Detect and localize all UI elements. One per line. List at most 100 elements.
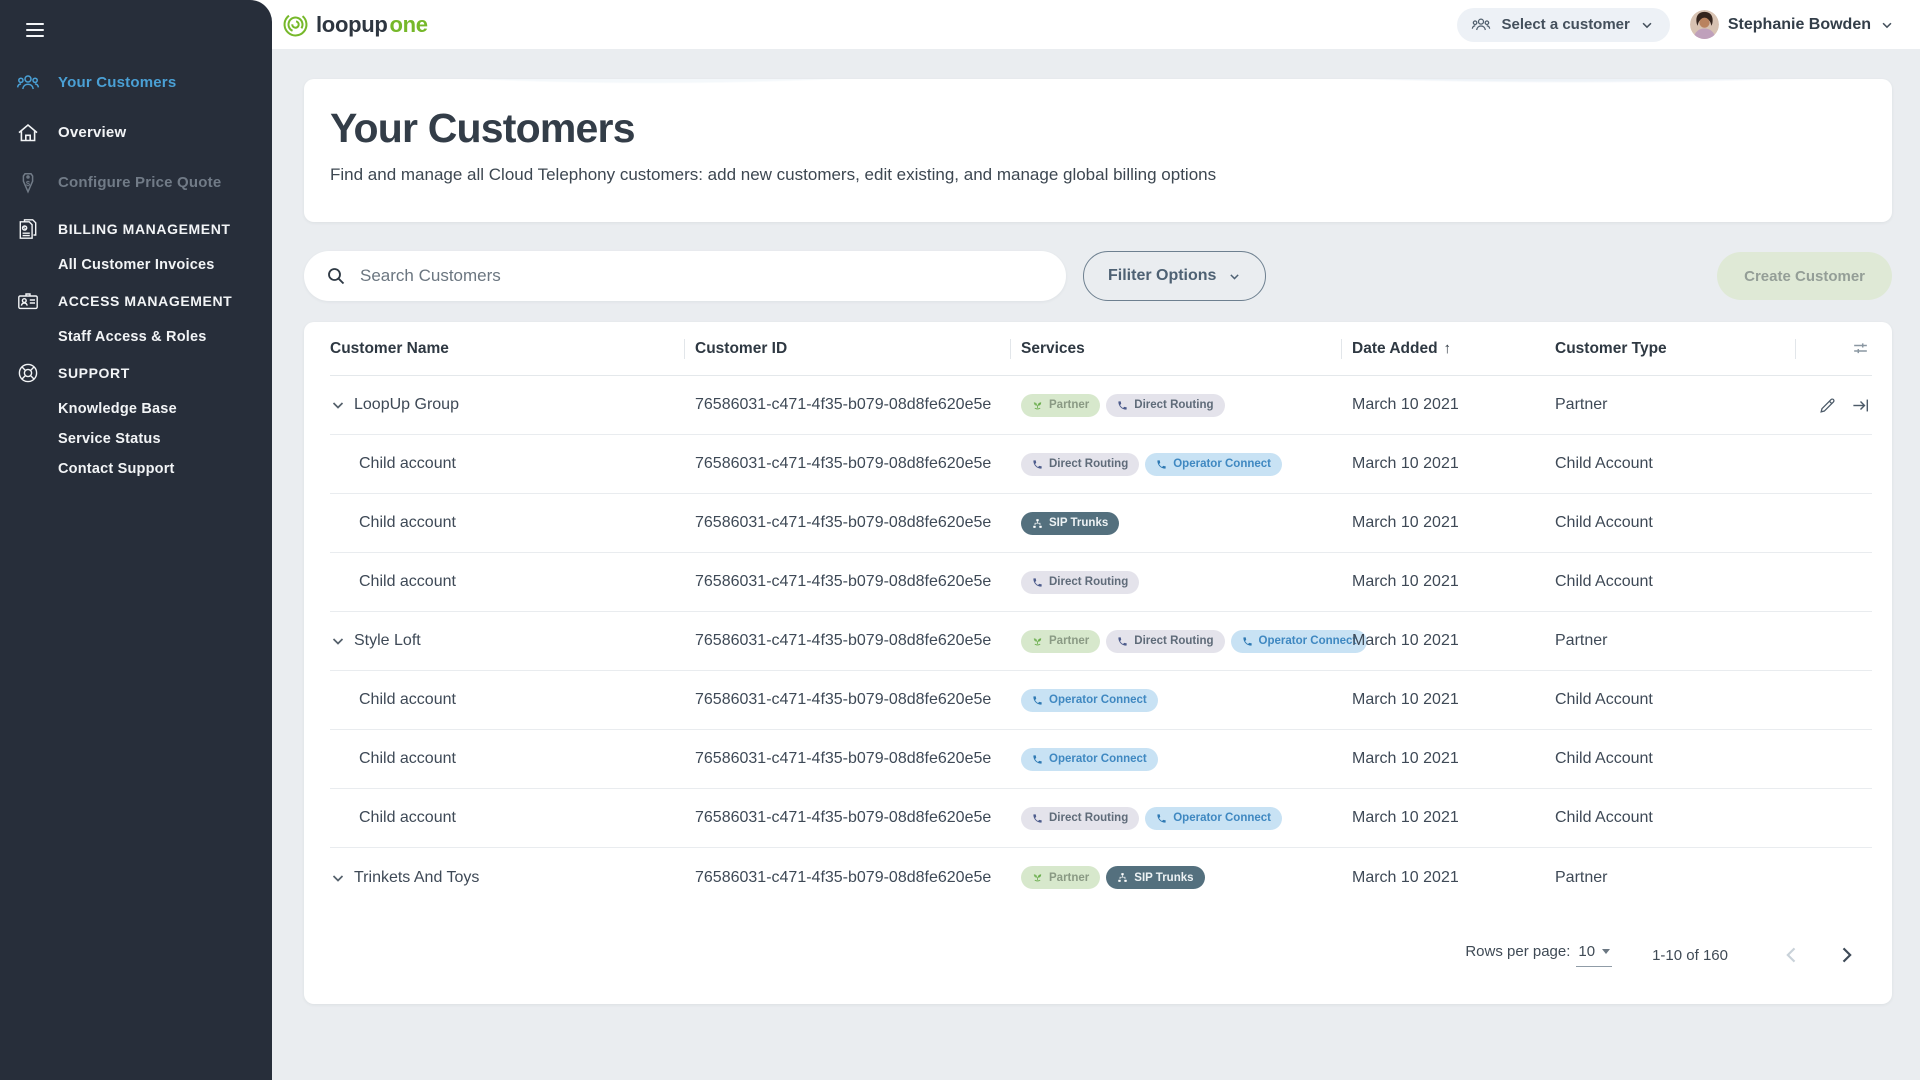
sidebar-item-staff-access-roles[interactable]: Staff Access & Roles xyxy=(0,322,272,352)
edit-pencil-icon[interactable] xyxy=(1816,394,1839,417)
table-row[interactable]: LoopUp Group76586031-c471-4f35-b079-08d8… xyxy=(330,376,1872,435)
column-header-customer-id[interactable]: Customer ID xyxy=(695,322,1021,375)
sidebar-item-label: SUPPORT xyxy=(58,365,130,381)
sidebar-item-overview[interactable]: Overview xyxy=(0,108,272,158)
customer-name: Child account xyxy=(359,455,456,473)
sidebar-item-support[interactable]: SUPPORT xyxy=(0,352,272,394)
service-badge-operator-connect: Operator Connect xyxy=(1021,748,1158,771)
sidebar-item-label: Staff Access & Roles xyxy=(58,329,207,345)
sidebar-item-billing-management[interactable]: $BILLING MANAGEMENT xyxy=(0,208,272,250)
life-ring-icon xyxy=(14,359,42,387)
table-row[interactable]: Style Loft76586031-c471-4f35-b079-08d8fe… xyxy=(330,612,1872,671)
chevron-down-icon xyxy=(1640,18,1654,32)
sidebar-nav: Your CustomersOverview$Configure Price Q… xyxy=(0,58,272,484)
date-added-cell: March 10 2021 xyxy=(1352,869,1555,887)
service-badge-operator-connect: Operator Connect xyxy=(1145,453,1282,476)
sort-ascending-icon: ↑ xyxy=(1444,340,1452,357)
expand-row-chevron-icon[interactable] xyxy=(330,870,346,886)
sidebar-item-label: BILLING MANAGEMENT xyxy=(58,221,231,237)
phone-icon xyxy=(1032,695,1043,706)
column-settings-icon[interactable] xyxy=(1849,337,1872,360)
sidebar-item-all-customer-invoices[interactable]: All Customer Invoices xyxy=(0,250,272,280)
chevron-down-icon xyxy=(1880,18,1894,32)
services-cell: Direct Routing xyxy=(1021,571,1352,594)
service-badge-label: SIP Trunks xyxy=(1049,517,1108,529)
date-added-cell: March 10 2021 xyxy=(1352,809,1555,827)
service-badge-label: Partner xyxy=(1049,399,1089,411)
rows-per-page-select[interactable]: 10 xyxy=(1576,943,1612,967)
customer-type-cell: Child Account xyxy=(1555,750,1806,768)
service-badge-partner: Partner xyxy=(1021,394,1100,417)
loopup-logo: loopupone xyxy=(282,0,428,49)
column-header-customer-type[interactable]: Customer Type xyxy=(1555,322,1806,375)
loopup-logo-text: loopupone xyxy=(316,12,428,38)
customer-name-cell: Child account xyxy=(330,809,695,827)
service-badge-sip-trunks: SIP Trunks xyxy=(1021,512,1119,535)
service-badge-label: Partner xyxy=(1049,635,1089,647)
services-cell: Direct RoutingOperator Connect xyxy=(1021,453,1352,476)
toolbar: Filiter Options Create Customer xyxy=(304,251,1892,301)
table-row[interactable]: Child account76586031-c471-4f35-b079-08d… xyxy=(330,553,1872,612)
customer-id-cell: 76586031-c471-4f35-b079-08d8fe620e5e xyxy=(695,750,1021,768)
customer-name: Child account xyxy=(359,750,456,768)
table-row[interactable]: Child account76586031-c471-4f35-b079-08d… xyxy=(330,789,1872,848)
date-added-cell: March 10 2021 xyxy=(1352,455,1555,473)
column-header-date-added[interactable]: Date Added↑ xyxy=(1352,322,1555,375)
table-row[interactable]: Child account76586031-c471-4f35-b079-08d… xyxy=(330,435,1872,494)
page-subtitle: Find and manage all Cloud Telephony cust… xyxy=(330,165,1892,185)
sidebar-item-access-management[interactable]: ACCESS MANAGEMENT xyxy=(0,280,272,322)
column-header-customer-name[interactable]: Customer Name xyxy=(330,322,695,375)
sidebar-item-label: Knowledge Base xyxy=(58,401,177,417)
service-badge-direct-routing: Direct Routing xyxy=(1021,571,1139,594)
service-badge-label: Direct Routing xyxy=(1134,399,1213,411)
customer-type-cell: Partner xyxy=(1555,632,1806,650)
home-icon xyxy=(14,119,42,147)
customer-name: Trinkets And Toys xyxy=(354,869,479,887)
sidebar-item-contact-support[interactable]: Contact Support xyxy=(0,454,272,484)
table-row[interactable]: Child account 76586031-c471-4f35-b079-08d… xyxy=(330,730,1872,789)
customer-name-cell: Child account xyxy=(330,514,695,532)
phone-icon xyxy=(1156,813,1167,824)
service-badge-label: Direct Routing xyxy=(1134,635,1213,647)
user-name: Stephanie Bowden xyxy=(1728,16,1871,34)
services-cell: Operator Connect xyxy=(1021,748,1352,771)
sidebar-item-service-status[interactable]: Service Status xyxy=(0,424,272,454)
partner-icon xyxy=(1032,636,1043,647)
phone-icon xyxy=(1032,813,1043,824)
hamburger-menu-button[interactable] xyxy=(22,15,48,45)
expand-row-chevron-icon[interactable] xyxy=(330,633,346,649)
service-badge-sip-trunks: SIP Trunks xyxy=(1106,866,1204,889)
service-badge-label: Operator Connect xyxy=(1049,753,1147,765)
service-badge-operator-connect: Operator Connect xyxy=(1145,807,1282,830)
previous-page-button[interactable] xyxy=(1774,937,1810,973)
pagination-range: 1-10 of 160 xyxy=(1652,947,1728,964)
sidebar-item-label: Overview xyxy=(58,124,126,141)
row-actions xyxy=(1806,394,1872,417)
services-cell: Operator Connect xyxy=(1021,689,1352,712)
people-icon xyxy=(14,69,42,97)
sidebar-item-knowledge-base[interactable]: Knowledge Base xyxy=(0,394,272,424)
customer-id-cell: 76586031-c471-4f35-b079-08d8fe620e5e xyxy=(695,514,1021,532)
customer-type-cell: Partner xyxy=(1555,396,1806,414)
partner-icon xyxy=(1032,400,1043,411)
next-page-button[interactable] xyxy=(1828,937,1864,973)
create-customer-button[interactable]: Create Customer xyxy=(1717,252,1892,300)
customer-name-cell: Child account xyxy=(330,750,695,768)
rows-per-page-label: Rows per page: xyxy=(1465,943,1570,960)
table-row[interactable]: Child account76586031-c471-4f35-b079-08d… xyxy=(330,494,1872,553)
price-tag-icon: $ xyxy=(14,169,42,197)
filter-options-button[interactable]: Filiter Options xyxy=(1083,251,1266,301)
pagination xyxy=(1756,937,1864,973)
table-row[interactable]: Child account76586031-c471-4f35-b079-08d… xyxy=(330,671,1872,730)
search-input[interactable] xyxy=(360,266,1046,286)
phone-icon xyxy=(1032,754,1043,765)
sip-icon xyxy=(1032,518,1043,529)
user-menu-button[interactable]: Stephanie Bowden xyxy=(1690,10,1894,39)
go-to-customer-icon[interactable] xyxy=(1849,394,1872,417)
column-header-services[interactable]: Services xyxy=(1021,322,1352,375)
sidebar-item-your-customers[interactable]: Your Customers xyxy=(0,58,272,108)
select-customer-button[interactable]: Select a customer xyxy=(1457,8,1669,42)
table-row[interactable]: Trinkets And Toys76586031-c471-4f35-b079… xyxy=(330,848,1872,907)
expand-row-chevron-icon[interactable] xyxy=(330,397,346,413)
customer-name-cell: Trinkets And Toys xyxy=(330,869,695,887)
